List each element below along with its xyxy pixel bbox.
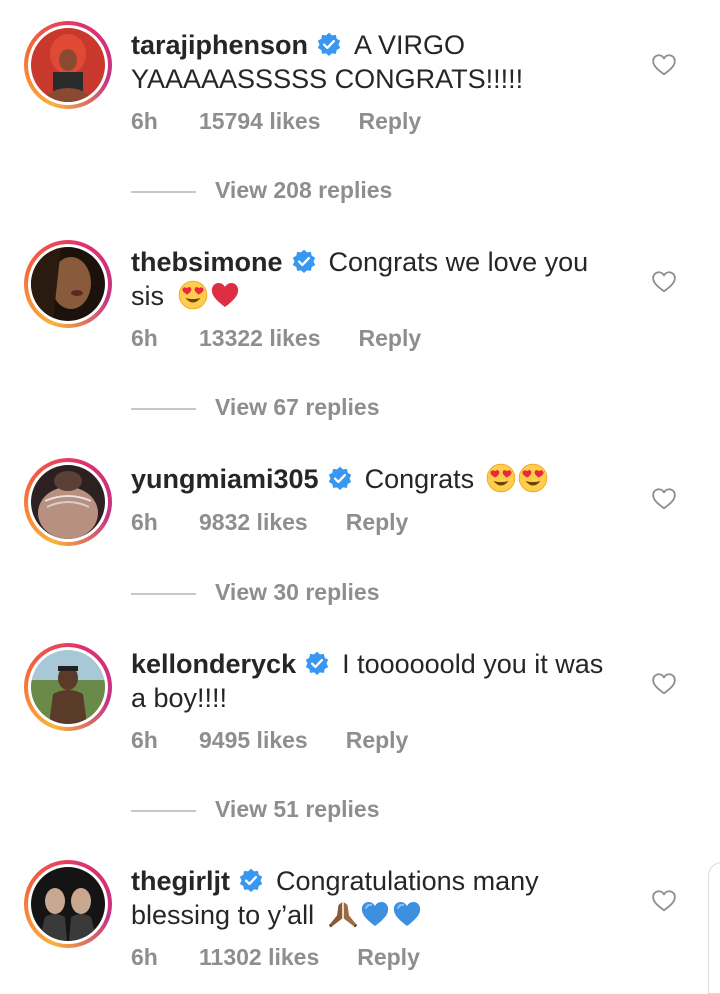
reply-button[interactable]: Reply — [346, 509, 409, 536]
likes-count[interactable]: 11302 likes — [199, 944, 319, 971]
avatar[interactable] — [24, 21, 112, 109]
like-heart-icon[interactable] — [651, 486, 677, 512]
username-link[interactable]: tarajiphenson — [131, 30, 308, 60]
view-replies-label: View 67 replies — [215, 394, 380, 420]
view-replies-label: View 30 replies — [215, 579, 380, 605]
replies-divider — [131, 809, 196, 812]
comment-text-line2: a boy!!!! — [131, 683, 228, 713]
comment-time: 6h — [131, 325, 158, 351]
replies-divider — [131, 190, 196, 193]
replies-divider — [131, 592, 196, 595]
comment-time: 6h — [131, 509, 158, 535]
view-replies-button[interactable]: View 208 replies — [131, 177, 392, 204]
avatar[interactable] — [24, 860, 112, 948]
comment-text-line1: Congratulations many — [276, 866, 539, 896]
heart-eyes-emoji-icon — [486, 463, 516, 493]
comment-meta: 6h 9495 likes Reply — [131, 727, 408, 754]
comment-text: kellonderyck I toooooold you it was a boy… — [131, 647, 631, 715]
comment-text-line2: YAAAAASSSSS CONGRATS!!!!! — [131, 64, 524, 94]
replies-divider — [131, 407, 196, 410]
like-heart-icon[interactable] — [651, 52, 677, 78]
verified-badge-icon — [238, 868, 264, 894]
comment-time: 6h — [131, 944, 158, 970]
likes-count[interactable]: 13322 likes — [199, 325, 321, 352]
username-link[interactable]: thegirljt — [131, 866, 230, 896]
comment-time: 6h — [131, 108, 158, 134]
comment-text-line1: I toooooold you it was — [342, 649, 604, 679]
comment-time: 6h — [131, 727, 158, 753]
view-replies-label: View 51 replies — [215, 796, 380, 822]
reply-button[interactable]: Reply — [346, 727, 409, 754]
heart-eyes-emoji-icon — [518, 463, 548, 493]
like-heart-icon[interactable] — [651, 888, 677, 914]
username-link[interactable]: kellonderyck — [131, 649, 296, 679]
comment-text-line2: blessing to y’all — [131, 900, 315, 930]
verified-badge-icon — [291, 249, 317, 275]
likes-count[interactable]: 9495 likes — [199, 727, 308, 754]
verified-badge-icon — [316, 32, 342, 58]
verified-badge-icon — [327, 466, 353, 492]
folded-hands-emoji-icon — [328, 899, 358, 929]
verified-badge-icon — [304, 651, 330, 677]
comment-text: thegirljt Congratulations many blessing t… — [131, 864, 631, 932]
view-replies-button[interactable]: View 51 replies — [131, 796, 380, 823]
like-heart-icon[interactable] — [651, 269, 677, 295]
like-heart-icon[interactable] — [651, 671, 677, 697]
comment-text-line2: sis — [131, 281, 164, 311]
red-heart-emoji-icon — [210, 280, 240, 310]
blue-heart-emoji-icon — [360, 899, 390, 929]
reply-button[interactable]: Reply — [359, 108, 422, 135]
comment-text-line1: Congrats — [364, 464, 475, 494]
username-link[interactable]: thebsimone — [131, 247, 283, 277]
comment-meta: 6h 11302 likes Reply — [131, 944, 420, 971]
reply-button[interactable]: Reply — [357, 944, 420, 971]
avatar[interactable] — [24, 643, 112, 731]
heart-eyes-emoji-icon — [178, 280, 208, 310]
username-link[interactable]: yungmiami305 — [131, 464, 319, 494]
comment-meta: 6h 13322 likes Reply — [131, 325, 421, 352]
blue-heart-emoji-icon — [392, 899, 422, 929]
comment-meta: 6h 15794 likes Reply — [131, 108, 421, 135]
partial-card-edge — [708, 862, 720, 994]
avatar[interactable] — [24, 240, 112, 328]
reply-button[interactable]: Reply — [359, 325, 422, 352]
view-replies-button[interactable]: View 30 replies — [131, 579, 380, 606]
likes-count[interactable]: 9832 likes — [199, 509, 308, 536]
comment-text: tarajiphenson A VIRGO YAAAAASSSSS CONGRAT… — [131, 28, 631, 96]
comment-text-line1: A VIRGO — [354, 30, 466, 60]
comment-text: yungmiami305 Congrats — [131, 462, 631, 496]
likes-count[interactable]: 15794 likes — [199, 108, 321, 135]
avatar[interactable] — [24, 458, 112, 546]
comment-text-line1: Congrats we love you — [328, 247, 589, 277]
comment-meta: 6h 9832 likes Reply — [131, 509, 408, 536]
comment-text: thebsimone Congrats we love you sis — [131, 245, 631, 313]
view-replies-label: View 208 replies — [215, 177, 393, 203]
view-replies-button[interactable]: View 67 replies — [131, 394, 380, 421]
